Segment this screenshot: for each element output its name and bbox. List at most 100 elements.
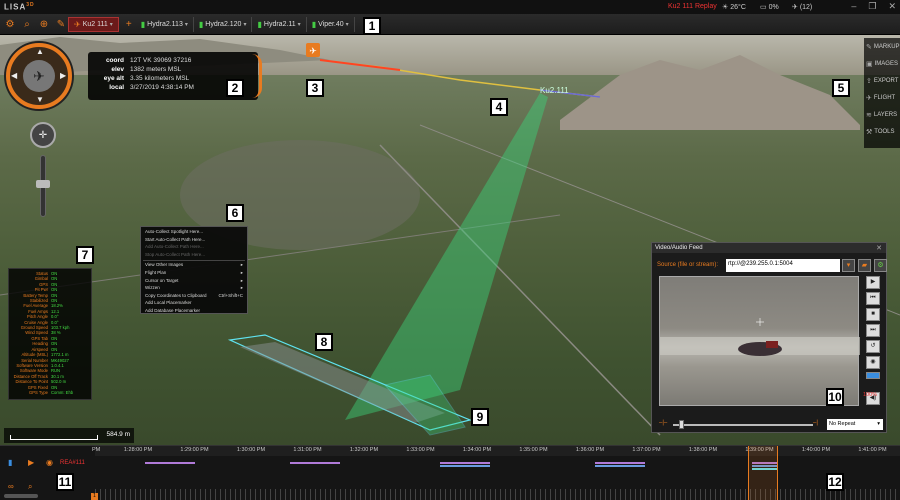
- gear-icon[interactable]: ⚙: [874, 259, 887, 272]
- context-menu-item[interactable]: Add Database Placemarker: [141, 308, 247, 316]
- pencil-icon: ✎: [866, 43, 872, 51]
- play-icon[interactable]: ▶: [28, 458, 34, 467]
- folder-icon[interactable]: ▰: [858, 259, 871, 272]
- compass-icon[interactable]: ✛: [30, 122, 56, 148]
- menu-flight[interactable]: ✈ FLIGHT: [864, 89, 900, 106]
- menu-layers[interactable]: ≋ LAYERS: [864, 106, 900, 123]
- timeline-lead-label: PM: [92, 447, 101, 453]
- lisa-app: LISA3D Ku2 111 Replay ☀ 26°C ▭ 0% ✈ (12)…: [0, 0, 900, 500]
- timeline-ticks: [95, 489, 900, 500]
- chevron-down-icon: ▾: [184, 21, 188, 28]
- pan-left-arrow[interactable]: ◀: [11, 71, 17, 80]
- seek-knob[interactable]: [679, 420, 684, 429]
- timeline-segment[interactable]: [290, 462, 340, 464]
- playback-rate[interactable]: 1: [91, 493, 98, 500]
- chevron-down-icon: ▾: [109, 21, 113, 28]
- pan-up-arrow[interactable]: ▲: [36, 47, 44, 56]
- search-icon[interactable]: ⌕: [28, 482, 32, 492]
- repeat-select[interactable]: No Repeat ▾: [827, 419, 883, 430]
- menu-item-label: Copy Coordinates to Clipboard: [145, 292, 207, 298]
- menu-markup[interactable]: ✎ MARKUP: [864, 38, 900, 55]
- menu-separator: [143, 260, 245, 262]
- context-menu-item[interactable]: Wizzen ▸: [141, 285, 247, 293]
- pan-right-arrow[interactable]: ▶: [60, 71, 66, 80]
- vehicle-tab-hydra2-11[interactable]: ▮ Hydra2.11 ▾: [252, 16, 307, 32]
- menu-item-hint: ▸: [240, 262, 243, 268]
- menu-export[interactable]: ⇪ EXPORT: [864, 72, 900, 89]
- source-label: Source (file or stream):: [657, 262, 719, 268]
- context-menu-item[interactable]: Cursor on Target ▸: [141, 278, 247, 286]
- zoom-slider-knob[interactable]: [36, 180, 50, 188]
- bookmark-icon[interactable]: ▮: [8, 458, 12, 467]
- skip-forward-icon[interactable]: ⏭: [866, 324, 880, 337]
- eye-icon[interactable]: ◉: [46, 458, 53, 467]
- navigation-ring[interactable]: ▲ ▼ ◀ ▶ ✈: [6, 43, 72, 109]
- search-icon[interactable]: ⌕: [20, 17, 34, 31]
- snapshot-icon[interactable]: ◉: [866, 356, 880, 369]
- timeline-time-label: 1:28:00 PM: [123, 447, 153, 453]
- timeline-cursor[interactable]: [748, 446, 778, 500]
- minimize-icon[interactable]: –: [851, 1, 856, 12]
- context-menu-item[interactable]: Copy Coordinates to Clipboard Ctrl+Shift+…: [141, 293, 247, 301]
- video-seek-slider[interactable]: –|– –|: [659, 420, 819, 429]
- close-icon[interactable]: ✕: [888, 1, 896, 12]
- aircraft-center-icon[interactable]: ✈: [23, 60, 55, 92]
- video-controls: ▶ ⏮ ■ ⏭ ↺ ◉ ◀): [866, 276, 880, 405]
- local-time-value: 3/27/2019 4:38:14 PM: [130, 84, 194, 91]
- chevron-down-icon[interactable]: ▾: [842, 259, 855, 272]
- source-input[interactable]: rtp://@239.255.0.1:5004: [726, 259, 840, 272]
- pencil-icon[interactable]: ✎: [54, 17, 68, 31]
- annotation-marker-2: 2: [226, 79, 244, 97]
- binoculars-icon[interactable]: ∞: [8, 482, 14, 491]
- signal-icon: ▮: [198, 19, 204, 29]
- timeline-segment[interactable]: [595, 465, 645, 467]
- annotation-marker-4: 4: [490, 98, 508, 116]
- vehicle-tab-hydra2-113[interactable]: ▮ Hydra2.113 ▾: [136, 16, 194, 32]
- right-side-menu: ✎ MARKUP ▣ IMAGES ⇪ EXPORT ✈ FLIGHT ≋ LAYERS …: [864, 38, 900, 148]
- volume-bar[interactable]: [866, 372, 880, 379]
- timeline-zoom-slider[interactable]: [4, 494, 38, 498]
- menu-tools[interactable]: ⚒ TOOLS: [864, 123, 900, 140]
- timeline-segment[interactable]: [440, 465, 490, 467]
- gear-icon[interactable]: ⚙: [3, 17, 17, 31]
- menu-item-hint: Ctrl+Shift+C: [218, 292, 243, 298]
- image-icon: ▣: [866, 60, 873, 68]
- zoom-icon[interactable]: ⊕: [37, 17, 51, 31]
- timeline-segment[interactable]: [595, 462, 645, 464]
- video-audio-panel: Video/Audio Feed ✕ Source (file or strea…: [651, 242, 887, 433]
- pan-down-arrow[interactable]: ▼: [36, 95, 44, 104]
- vehicle-tab-ku2-111[interactable]: ✈ Ku2 111 ▾: [68, 16, 119, 32]
- layers-icon: ≋: [866, 111, 872, 119]
- seek-end-icon: –|: [813, 420, 818, 426]
- seek-track: [673, 424, 813, 426]
- play-icon[interactable]: ▶: [866, 276, 880, 289]
- video-frame[interactable]: [659, 276, 860, 406]
- timeline-segment[interactable]: [145, 462, 195, 464]
- loop-icon[interactable]: ↺: [866, 340, 880, 353]
- vehicle-tab-hydra2-120[interactable]: ▮ Hydra2.120 ▾: [194, 16, 253, 32]
- context-menu-item[interactable]: Add Local Placemarker: [141, 300, 247, 308]
- context-menu-item[interactable]: Start Auto-Collect Path Here...: [141, 237, 247, 245]
- annotation-marker-7: 7: [76, 246, 94, 264]
- context-menu-item: Add Auto-Collect Path Here...: [141, 244, 247, 252]
- timeline-time-label: 1:33:00 PM: [406, 447, 435, 453]
- timeline[interactable]: 1:28:00 PM 1:29:00 PM 1:30:00 PM 1:31:00 PM…: [0, 445, 900, 500]
- context-menu: Auto-Collect Spotlight Here... Start Auto…: [140, 226, 248, 314]
- context-menu-item[interactable]: Flight Plan ▸: [141, 270, 247, 278]
- timeline-segment[interactable]: [440, 462, 490, 464]
- vehicle-tab-viper-40[interactable]: ▮ Viper.40 ▾: [307, 16, 355, 32]
- context-menu-item[interactable]: View Other Images ▸: [141, 262, 247, 270]
- menu-images[interactable]: ▣ IMAGES: [864, 55, 900, 72]
- menu-item-label: Wizzen: [145, 285, 160, 291]
- telemetry-panel: Status ON Gimbal ON GPS ON Pit Pwr ON Battery Te…: [8, 268, 92, 400]
- close-icon[interactable]: ✕: [876, 244, 882, 252]
- main-toolbar: ⚙ ⌕ ⊕ ✎ ✈ Ku2 111 ▾ + ▮ Hydra2.113 ▾ ▮ H…: [0, 14, 900, 35]
- skip-back-icon[interactable]: ⏮: [866, 292, 880, 305]
- restore-icon[interactable]: ❐: [868, 1, 876, 12]
- stop-icon[interactable]: ■: [866, 308, 880, 321]
- context-menu-item[interactable]: Auto-Collect Spotlight Here...: [141, 229, 247, 237]
- menu-item-hint: ▸: [240, 269, 243, 275]
- timeline-time-label: 1:35:00 PM: [519, 447, 548, 453]
- crosshair-icon[interactable]: +: [122, 17, 136, 31]
- alerts-status[interactable]: ✈ (12): [792, 3, 812, 11]
